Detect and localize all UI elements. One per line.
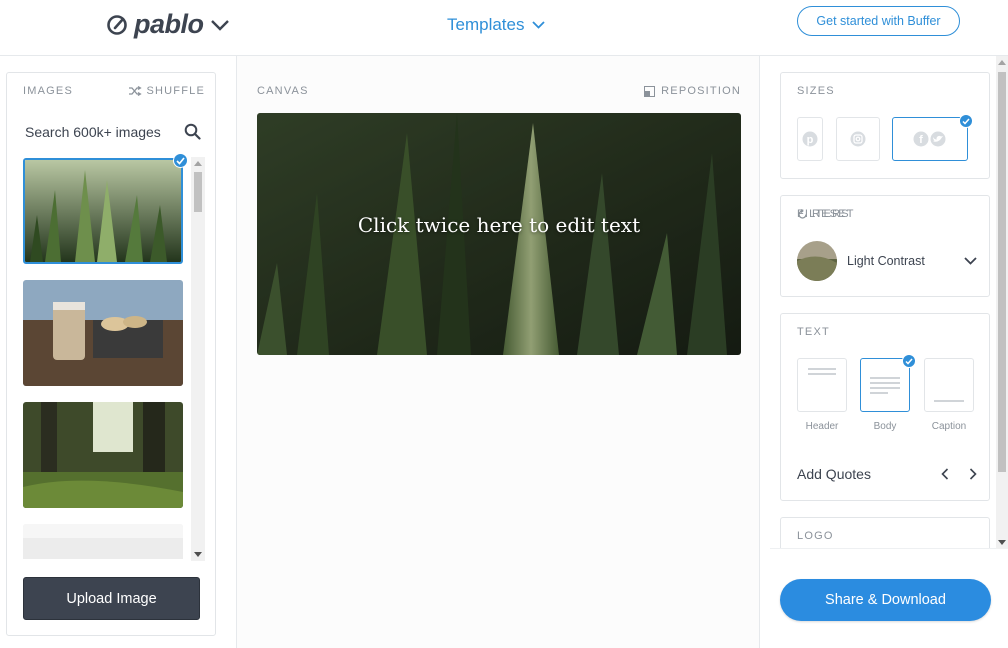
- scroll-down-arrow-icon[interactable]: [998, 540, 1006, 545]
- pablo-logo[interactable]: pablo: [106, 9, 230, 40]
- sizes-section: SIZES p f: [780, 72, 990, 179]
- reposition-icon: [644, 85, 656, 97]
- text-style-body-label: Body: [873, 421, 897, 432]
- text-style-header[interactable]: [797, 358, 847, 412]
- reset-icon: [798, 208, 807, 219]
- scroll-up-arrow-icon[interactable]: [194, 161, 202, 166]
- pablo-logo-icon: [107, 14, 127, 35]
- text-style-header-label: Header: [805, 421, 839, 432]
- filter-dropdown[interactable]: Light Contrast: [797, 240, 977, 282]
- image-thumbnail-forest[interactable]: [23, 402, 183, 508]
- instagram-icon: [850, 131, 866, 147]
- image-thumbnail-coffee[interactable]: [23, 280, 183, 386]
- templates-menu[interactable]: Templates: [447, 15, 546, 35]
- forest-image: [23, 402, 183, 508]
- chevron-right-icon[interactable]: [969, 468, 977, 480]
- get-started-button[interactable]: Get started with Buffer: [797, 6, 960, 36]
- selected-check-icon: [959, 114, 973, 128]
- search-icon[interactable]: [184, 123, 201, 140]
- text-label: TEXT: [797, 326, 830, 338]
- selected-check-icon: [173, 153, 188, 168]
- chevron-down-icon: [532, 21, 546, 29]
- shuffle-button[interactable]: SHUFFLE: [128, 85, 205, 97]
- top-bar: pablo Templates Get started with Buffer: [0, 0, 1008, 56]
- settings-scrollbar[interactable]: [996, 56, 1008, 549]
- scroll-down-arrow-icon[interactable]: [194, 552, 202, 557]
- scroll-up-arrow-icon[interactable]: [998, 60, 1006, 65]
- svg-text:f: f: [919, 134, 923, 146]
- canvas-header: CANVAS REPOSITION: [257, 85, 741, 97]
- canvas-label: CANVAS: [257, 85, 309, 97]
- chevron-down-icon: [964, 257, 977, 265]
- image-canvas[interactable]: Click twice here to edit text: [257, 113, 741, 355]
- image-thumbnail-grass[interactable]: [23, 158, 183, 264]
- images-panel: IMAGES SHUFFLE Search 600k+ images Uploa…: [6, 72, 216, 636]
- canvas-text[interactable]: Click twice here to edit text: [257, 213, 741, 237]
- reset-filters-button[interactable]: RESET: [797, 208, 973, 220]
- chevron-left-icon[interactable]: [941, 468, 949, 480]
- upload-image-button[interactable]: Upload Image: [23, 577, 200, 620]
- text-style-caption-label: Caption: [931, 421, 967, 432]
- images-label: IMAGES: [23, 85, 73, 97]
- facebook-twitter-icon: f: [913, 131, 946, 147]
- filters-section: FILTERS RESET Light Contrast: [780, 195, 990, 297]
- sizes-label: SIZES: [797, 85, 835, 97]
- image-thumbnail-snow[interactable]: [23, 524, 183, 559]
- images-panel-header: IMAGES SHUFFLE: [23, 85, 205, 97]
- image-search-input[interactable]: Search 600k+ images: [25, 123, 201, 140]
- scroll-thumb[interactable]: [998, 72, 1006, 472]
- add-quotes-label: Add Quotes: [797, 466, 871, 482]
- selected-filter-name: Light Contrast: [847, 254, 925, 268]
- scroll-thumb[interactable]: [194, 172, 202, 212]
- filter-preview-thumbnail: [797, 241, 837, 281]
- add-quotes-row: Add Quotes: [797, 466, 977, 482]
- text-style-caption[interactable]: [924, 358, 974, 412]
- images-scrollbar[interactable]: [191, 157, 205, 561]
- shuffle-icon: [129, 86, 143, 96]
- canvas-area: CANVAS REPOSITION Click twice here to ed…: [236, 56, 760, 648]
- size-facebook-twitter-option[interactable]: f: [892, 117, 968, 161]
- logo-label: LOGO: [797, 530, 834, 542]
- grass-image: [25, 160, 181, 262]
- reset-label: RESET: [812, 208, 855, 220]
- shuffle-label: SHUFFLE: [146, 85, 205, 97]
- selected-check-icon: [902, 354, 916, 368]
- pinterest-icon: p: [802, 131, 818, 147]
- size-pinterest-option[interactable]: p: [797, 117, 823, 161]
- coffee-image: [23, 280, 183, 386]
- share-download-button[interactable]: Share & Download: [780, 579, 991, 621]
- snow-image: [23, 524, 183, 559]
- text-style-body[interactable]: [860, 358, 910, 412]
- reposition-button[interactable]: REPOSITION: [644, 85, 741, 97]
- search-placeholder: Search 600k+ images: [25, 123, 161, 140]
- text-section: TEXT Header Body Caption Add Quotes: [780, 313, 990, 501]
- svg-text:p: p: [807, 134, 814, 146]
- templates-label: Templates: [447, 15, 525, 34]
- image-thumbnails: [23, 158, 183, 559]
- reposition-label: REPOSITION: [661, 85, 741, 97]
- size-instagram-option[interactable]: [836, 117, 880, 161]
- logo-text: pablo: [134, 9, 204, 39]
- chevron-down-icon[interactable]: [210, 19, 230, 31]
